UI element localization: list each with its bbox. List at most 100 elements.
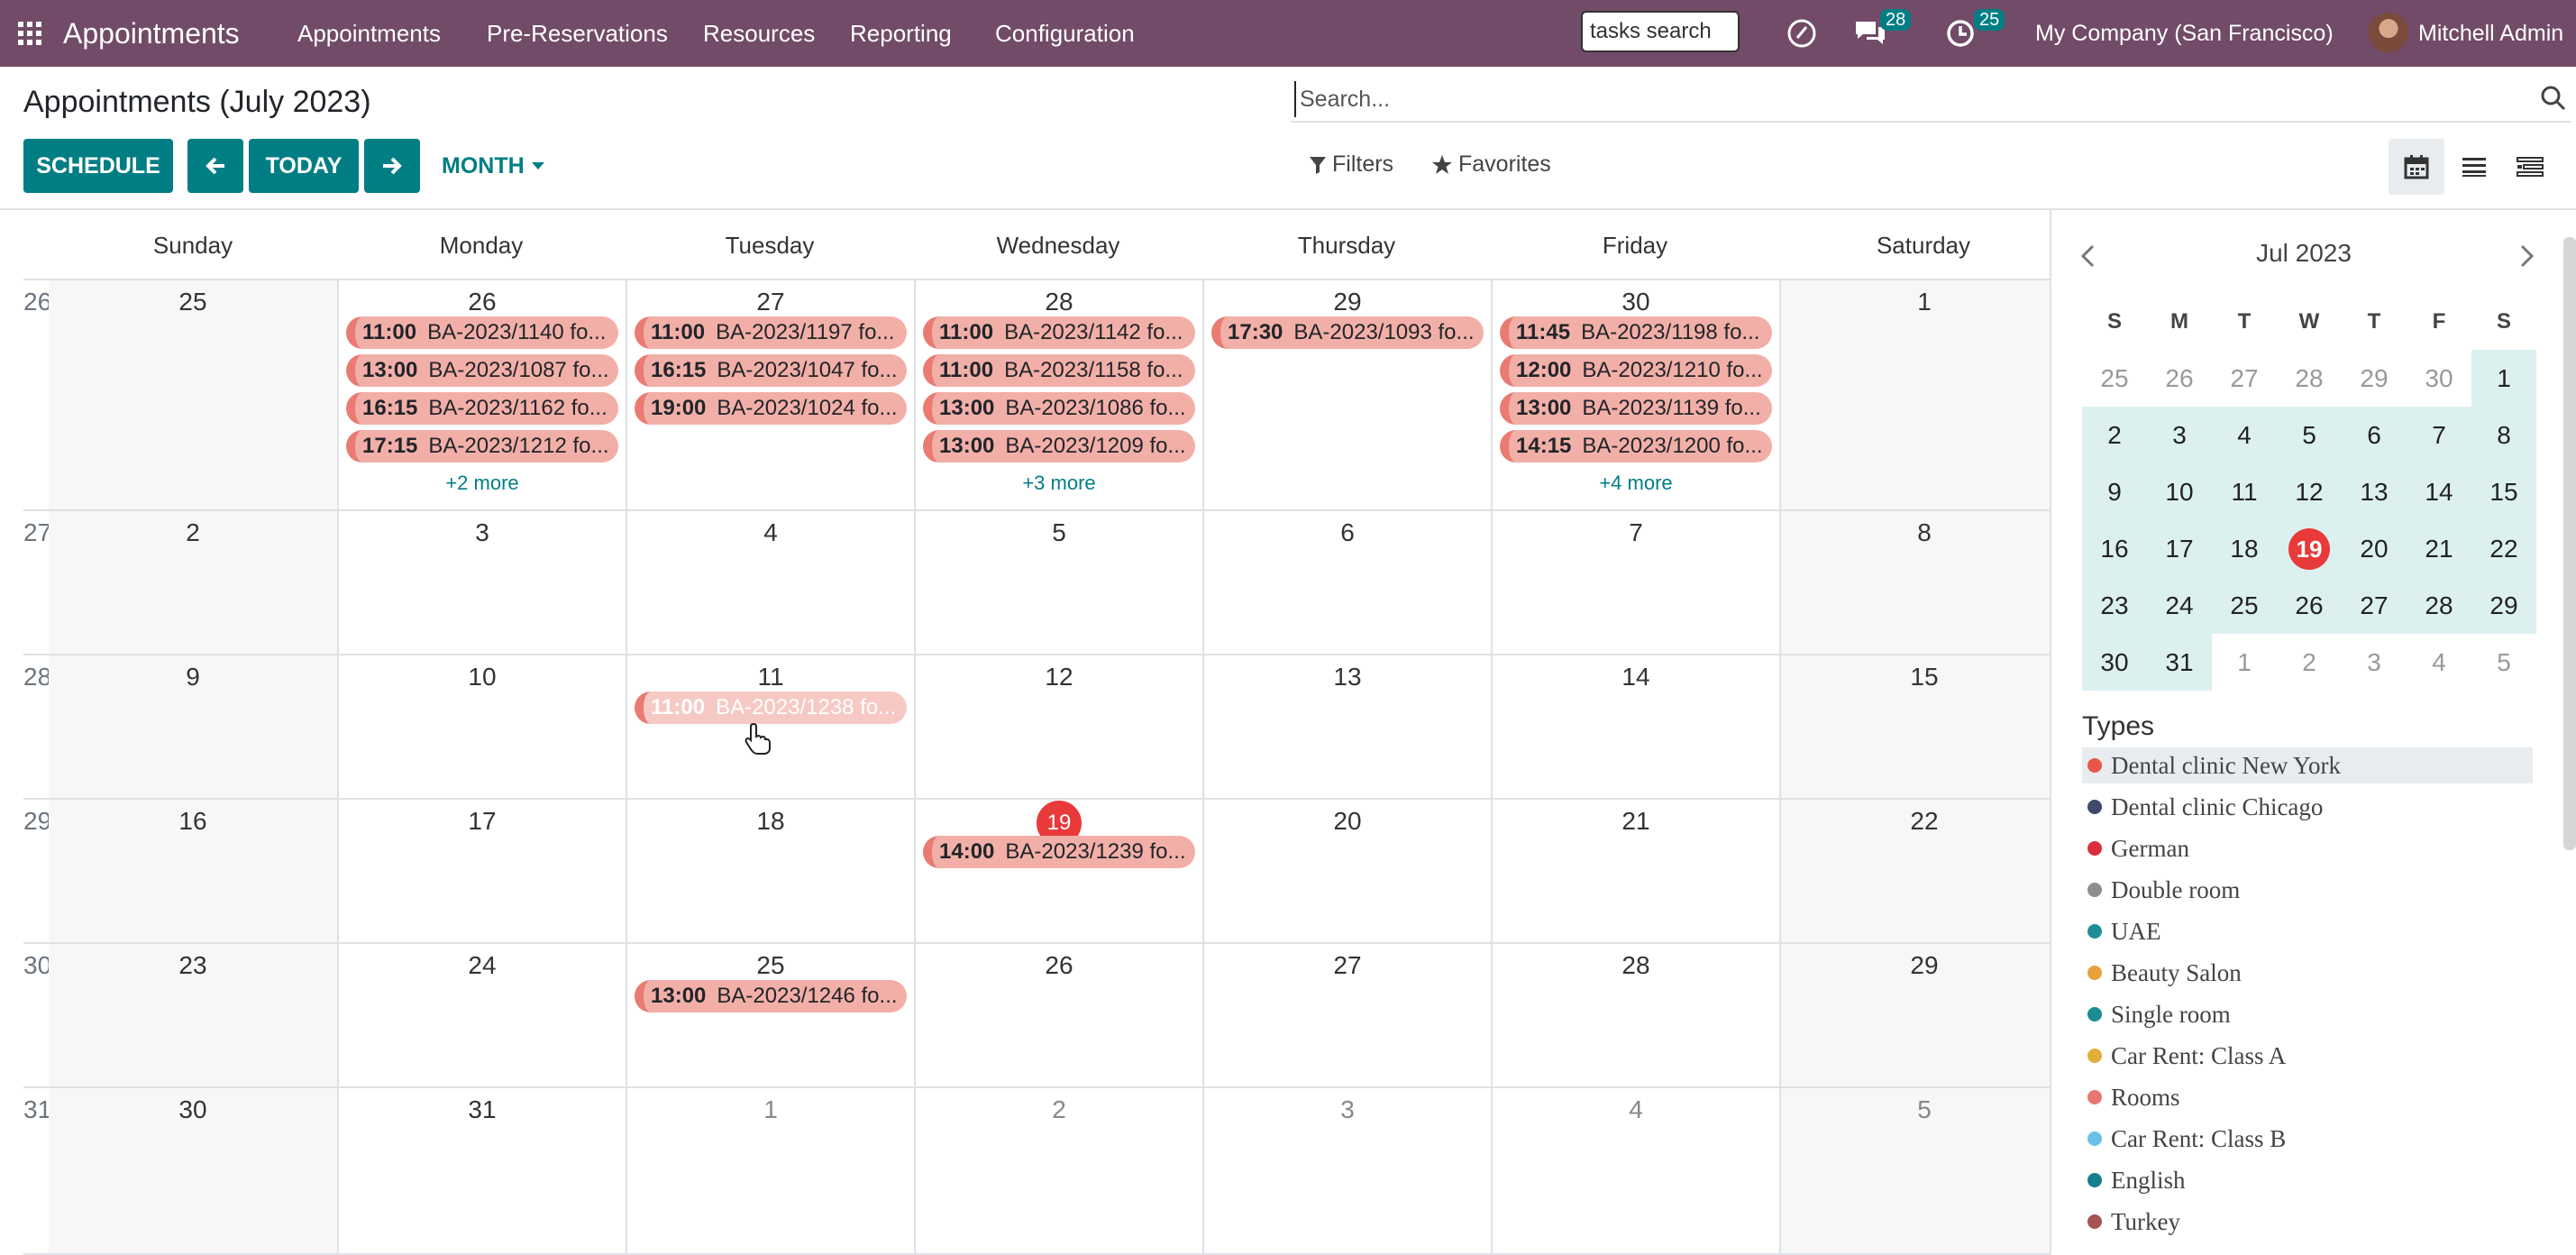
user-menu[interactable]: Mitchell Admin — [2418, 0, 2563, 67]
calendar-view-button[interactable] — [2389, 139, 2444, 195]
calendar-event[interactable]: 14:15 BA-2023/1200 fo... — [1500, 430, 1772, 463]
mini-day[interactable]: 7 — [2407, 407, 2471, 463]
day-cell[interactable]: 12 — [914, 655, 1202, 798]
mini-day[interactable]: 22 — [2471, 520, 2536, 577]
sidebar-scrollbar[interactable] — [2563, 237, 2576, 850]
day-cell[interactable]: 5 — [1779, 1088, 2068, 1253]
mini-day[interactable]: 21 — [2407, 520, 2471, 577]
day-cell[interactable]: 8 — [1779, 511, 2068, 654]
day-cell[interactable]: 28 — [1491, 944, 1779, 1086]
type-filter-item[interactable]: English — [2082, 1162, 2533, 1198]
day-cell[interactable]: 25 13:00 BA-2023/1246 fo... — [626, 944, 914, 1086]
type-filter-item[interactable]: Beauty Salon — [2082, 955, 2533, 991]
calendar-event[interactable]: 11:45 BA-2023/1198 fo... — [1500, 316, 1772, 349]
mini-day[interactable]: 28 — [2277, 350, 2342, 407]
list-view-button[interactable] — [2446, 139, 2502, 195]
day-cell[interactable]: 5 — [914, 511, 1202, 654]
day-cell[interactable]: 3 — [337, 511, 626, 654]
scale-dropdown[interactable]: MONTH — [442, 139, 544, 193]
day-cell[interactable]: 14 — [1491, 655, 1779, 798]
day-cell[interactable]: 7 — [1491, 511, 1779, 654]
previous-button[interactable] — [187, 139, 243, 193]
search-icon[interactable] — [2540, 85, 2567, 112]
calendar-event[interactable]: 11:00 BA-2023/1158 fo... — [923, 354, 1195, 387]
mini-day[interactable]: 6 — [2342, 407, 2407, 463]
mini-day[interactable]: 29 — [2471, 577, 2536, 634]
calendar-event[interactable]: 11:00 BA-2023/1140 fo... — [346, 316, 618, 349]
apps-menu-icon[interactable] — [18, 0, 41, 67]
calendar-event[interactable]: 13:00 BA-2023/1086 fo... — [923, 392, 1195, 425]
mini-day[interactable]: 16 — [2082, 520, 2147, 577]
day-cell[interactable]: 27 11:00 BA-2023/1197 fo... 16:15 BA-2023/10… — [626, 280, 914, 509]
mini-day[interactable]: 18 — [2212, 520, 2277, 577]
mini-day[interactable]: 30 — [2082, 634, 2147, 691]
mini-day[interactable]: 3 — [2147, 407, 2212, 463]
app-brand[interactable]: Appointments — [63, 0, 240, 67]
mini-day[interactable]: 1 — [2471, 350, 2536, 407]
type-filter-item[interactable]: Dental clinic New York — [2082, 747, 2533, 783]
day-cell[interactable]: 10 — [337, 655, 626, 798]
day-cell[interactable]: 29 17:30 BA-2023/1093 fo... — [1202, 280, 1491, 509]
type-filter-item[interactable]: Rooms — [2082, 1079, 2533, 1115]
mini-day[interactable]: 23 — [2082, 577, 2147, 634]
gantt-view-button[interactable] — [2502, 139, 2558, 195]
calendar-event[interactable]: 13:00 BA-2023/1209 fo... — [923, 430, 1195, 463]
more-events-link[interactable]: +2 more — [339, 472, 626, 495]
day-cell[interactable]: 24 — [337, 944, 626, 1086]
chevron-right-icon[interactable] — [2518, 244, 2536, 268]
calendar-event[interactable]: 16:15 BA-2023/1162 fo... — [346, 392, 618, 425]
schedule-button[interactable]: SCHEDULE — [23, 139, 173, 193]
today-button[interactable]: TODAY — [249, 139, 359, 193]
day-cell[interactable]: 26 11:00 BA-2023/1140 fo... 13:00 BA-2023/10… — [337, 280, 626, 509]
mini-day[interactable]: 1 — [2212, 634, 2277, 691]
day-cell[interactable]: 20 — [1202, 800, 1491, 942]
calendar-event[interactable]: 19:00 BA-2023/1024 fo... — [635, 392, 907, 425]
mini-day[interactable]: 15 — [2471, 463, 2536, 520]
calendar-event[interactable]: 11:00 BA-2023/1197 fo... — [635, 316, 907, 349]
day-cell[interactable]: 1 — [626, 1088, 914, 1253]
type-filter-item[interactable]: UAE — [2082, 913, 2533, 949]
next-button[interactable] — [364, 139, 420, 193]
day-cell[interactable]: 30 — [49, 1088, 337, 1253]
discuss-icon[interactable] — [1785, 0, 1819, 67]
day-cell[interactable]: 26 — [914, 944, 1202, 1086]
day-cell[interactable]: 2 — [49, 511, 337, 654]
type-filter-item[interactable]: Single room — [2082, 996, 2533, 1032]
mini-day[interactable]: 14 — [2407, 463, 2471, 520]
mini-day[interactable]: 2 — [2277, 634, 2342, 691]
mini-day[interactable]: 25 — [2212, 577, 2277, 634]
mini-day[interactable]: 26 — [2277, 577, 2342, 634]
mini-day[interactable]: 27 — [2212, 350, 2277, 407]
mini-day[interactable]: 2 — [2082, 407, 2147, 463]
calendar-event[interactable]: 13:00 BA-2023/1087 fo... — [346, 354, 618, 387]
menu-configuration[interactable]: Configuration — [995, 0, 1135, 67]
calendar-event[interactable]: 13:00 BA-2023/1139 fo... — [1500, 392, 1772, 425]
mini-day[interactable]: 28 — [2407, 577, 2471, 634]
mini-day[interactable]: 5 — [2277, 407, 2342, 463]
mini-day[interactable]: 5 — [2471, 634, 2536, 691]
day-cell[interactable]: 30 11:45 BA-2023/1198 fo... 12:00 BA-2023/12… — [1491, 280, 1779, 509]
type-filter-item[interactable]: Car Rent: Class A — [2082, 1038, 2533, 1074]
activities-clock-icon[interactable]: 25 — [1945, 0, 2005, 67]
calendar-event[interactable]: 16:15 BA-2023/1047 fo... — [635, 354, 907, 387]
mini-day-today[interactable]: 19 — [2277, 520, 2342, 577]
type-filter-item[interactable]: Double room — [2082, 872, 2533, 908]
mini-day[interactable]: 10 — [2147, 463, 2212, 520]
mini-day[interactable]: 24 — [2147, 577, 2212, 634]
favorites-button[interactable]: Favorites — [1431, 151, 1551, 178]
calendar-event[interactable]: 12:00 BA-2023/1210 fo... — [1500, 354, 1772, 387]
mini-day[interactable]: 11 — [2212, 463, 2277, 520]
messages-icon[interactable]: 28 — [1853, 0, 1912, 67]
day-cell[interactable]: 31 — [337, 1088, 626, 1253]
day-cell[interactable]: 18 — [626, 800, 914, 942]
mini-day[interactable]: 31 — [2147, 634, 2212, 691]
mini-day[interactable]: 4 — [2212, 407, 2277, 463]
day-cell[interactable]: 4 — [1491, 1088, 1779, 1253]
day-cell[interactable]: 15 — [1779, 655, 2068, 798]
day-cell[interactable]: 16 — [49, 800, 337, 942]
day-cell[interactable]: 3 — [1202, 1088, 1491, 1253]
day-cell[interactable]: 4 — [626, 511, 914, 654]
mini-day[interactable]: 20 — [2342, 520, 2407, 577]
day-cell[interactable]: 21 — [1491, 800, 1779, 942]
type-filter-item[interactable]: Dental clinic Chicago — [2082, 789, 2533, 825]
